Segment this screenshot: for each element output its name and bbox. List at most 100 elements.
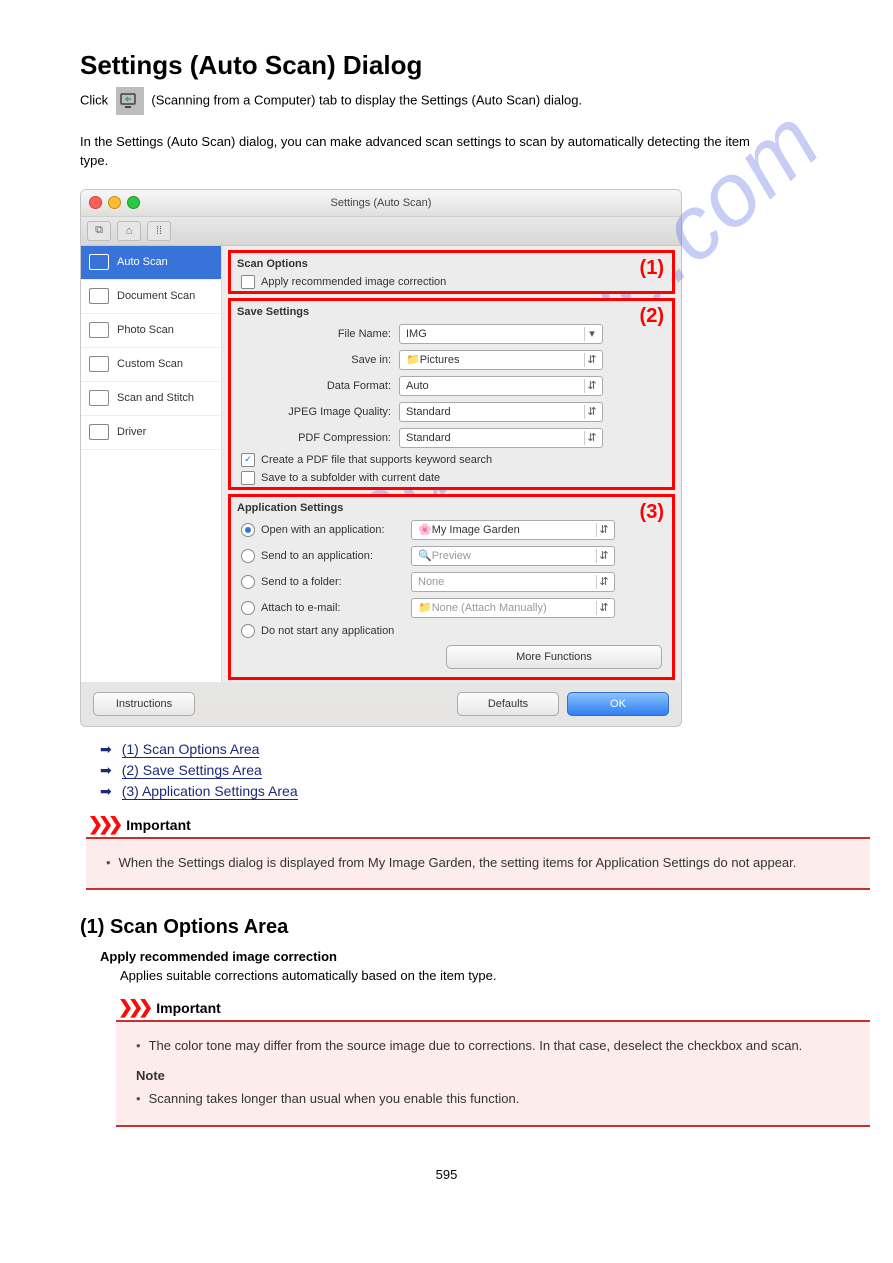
sidebar-item-driver[interactable]: Driver: [81, 416, 221, 450]
defaults-button[interactable]: Defaults: [457, 692, 559, 716]
custom-scan-icon: [89, 356, 109, 372]
send-to-folder-value: None: [418, 576, 444, 588]
keyword-search-label: Create a PDF file that supports keyword …: [261, 454, 492, 466]
file-name-label: File Name:: [241, 328, 399, 340]
sidebar-item-custom-scan[interactable]: Custom Scan: [81, 348, 221, 382]
attach-email-value: None (Attach Manually): [432, 602, 547, 614]
link-application-settings-area[interactable]: (3) Application Settings Area: [122, 783, 298, 800]
intro-before: Click: [80, 92, 112, 107]
open-with-app-label: Open with an application:: [255, 524, 411, 536]
arrow-icon: ➡: [100, 783, 112, 800]
data-format-label: Data Format:: [241, 380, 399, 392]
chevron-bullets-icon: ❯❯❯ Important: [118, 997, 893, 1018]
instructions-button[interactable]: Instructions: [93, 692, 195, 716]
intro-paragraph: Click (Scanning from a Computer) tab to …: [80, 87, 780, 115]
zoom-icon[interactable]: [127, 196, 140, 209]
scan-stitch-icon: [89, 390, 109, 406]
area-links-list: ➡(1) Scan Options Area ➡(2) Save Setting…: [100, 741, 893, 800]
important-label: Important: [126, 817, 191, 833]
settings-dialog: Settings (Auto Scan) ⧉ ⌂ ⁞⁞ Auto Scan Do…: [80, 189, 682, 727]
application-settings-heading: Application Settings: [231, 497, 672, 517]
jpeg-quality-field[interactable]: Standard⇵: [399, 402, 603, 422]
chevron-updown-icon[interactable]: ⇵: [596, 523, 611, 537]
attach-email-radio[interactable]: [241, 601, 255, 615]
subfolder-date-checkbox[interactable]: [241, 471, 255, 485]
dialog-footer: Instructions Defaults OK: [81, 682, 681, 726]
sidebar-item-label: Document Scan: [117, 290, 195, 302]
tab-general-settings-icon[interactable]: ⁞⁞: [147, 221, 171, 241]
dialog-title: Settings (Auto Scan): [331, 197, 432, 209]
sidebar-item-label: Auto Scan: [117, 256, 168, 268]
link-scan-options-area[interactable]: (1) Scan Options Area: [122, 741, 260, 758]
sidebar-item-auto-scan[interactable]: Auto Scan: [81, 246, 221, 280]
important-text: When the Settings dialog is displayed fr…: [119, 853, 797, 873]
attach-email-field[interactable]: 📁 None (Attach Manually)⇵: [411, 598, 615, 618]
ok-button[interactable]: OK: [567, 692, 669, 716]
link-save-settings-area[interactable]: (2) Save Settings Area: [122, 762, 262, 779]
no-app-radio[interactable]: [241, 624, 255, 638]
chevron-updown-icon[interactable]: ⇵: [584, 431, 599, 445]
sidebar-item-scan-and-stitch[interactable]: Scan and Stitch: [81, 382, 221, 416]
chevron-updown-icon[interactable]: ⇵: [596, 549, 611, 563]
subfolder-date-label: Save to a subfolder with current date: [261, 472, 440, 484]
intro-paragraph-2: In the Settings (Auto Scan) dialog, you …: [80, 133, 780, 171]
file-name-field[interactable]: IMG ▾: [399, 324, 603, 344]
sidebar-item-label: Scan and Stitch: [117, 392, 194, 404]
chevron-updown-icon[interactable]: ⇵: [596, 575, 611, 589]
dialog-main: (1) Scan Options Apply recommended image…: [222, 246, 681, 682]
no-app-label: Do not start any application: [255, 625, 394, 637]
data-format-field[interactable]: Auto ⇵: [399, 376, 603, 396]
pdf-compression-value: Standard: [406, 432, 451, 444]
save-in-value: Pictures: [420, 354, 460, 366]
sidebar-item-label: Driver: [117, 426, 146, 438]
close-icon[interactable]: [89, 196, 102, 209]
send-to-app-field[interactable]: 🔍 Preview⇵: [411, 546, 615, 566]
pdf-compression-field[interactable]: Standard ⇵: [399, 428, 603, 448]
save-in-field[interactable]: 📁 Pictures⇵: [399, 350, 603, 370]
chevron-updown-icon[interactable]: ⇵: [584, 353, 599, 367]
driver-icon: [89, 424, 109, 440]
dialog-titlebar: Settings (Auto Scan): [81, 190, 681, 217]
data-format-value: Auto: [406, 380, 429, 392]
important2-text-1: The color tone may differ from the sourc…: [149, 1036, 803, 1056]
scan-options-area-heading: (1) Scan Options Area: [80, 916, 893, 939]
more-functions-button[interactable]: More Functions: [446, 645, 662, 669]
send-to-app-label: Send to an application:: [255, 550, 411, 562]
tab-scan-from-computer-icon[interactable]: ⧉: [87, 221, 111, 241]
jpeg-quality-label: JPEG Image Quality:: [241, 406, 399, 418]
tab-scan-from-panel-icon[interactable]: ⌂: [117, 221, 141, 241]
open-with-app-value: My Image Garden: [432, 524, 520, 536]
open-with-app-radio[interactable]: [241, 523, 255, 537]
important-note-box: The color tone may differ from the sourc…: [116, 1020, 870, 1127]
keyword-search-checkbox[interactable]: ✓: [241, 453, 255, 467]
pdf-compression-label: PDF Compression:: [241, 432, 399, 444]
send-to-folder-field[interactable]: None ⇵: [411, 572, 615, 592]
chevron-down-icon[interactable]: ▾: [584, 327, 599, 341]
open-with-app-field[interactable]: 🌸 My Image Garden⇵: [411, 520, 615, 540]
send-to-app-radio[interactable]: [241, 549, 255, 563]
chevron-updown-icon[interactable]: ⇵: [584, 379, 599, 393]
send-to-folder-label: Send to a folder:: [255, 576, 411, 588]
scan-options-box: (1) Scan Options Apply recommended image…: [228, 250, 675, 294]
important-label-2: Important: [156, 1000, 221, 1016]
chevron-updown-icon[interactable]: ⇵: [584, 405, 599, 419]
chevron-updown-icon[interactable]: ⇵: [596, 601, 611, 615]
apply-correction-checkbox[interactable]: [241, 275, 255, 289]
sidebar-item-label: Photo Scan: [117, 324, 174, 336]
minimize-icon[interactable]: [108, 196, 121, 209]
sidebar-item-document-scan[interactable]: Document Scan: [81, 280, 221, 314]
send-to-app-value: Preview: [432, 550, 471, 562]
sidebar-item-label: Custom Scan: [117, 358, 183, 370]
note-label: Note: [136, 1066, 854, 1086]
file-name-value: IMG: [406, 328, 427, 340]
sidebar-item-photo-scan[interactable]: Photo Scan: [81, 314, 221, 348]
save-settings-heading: Save Settings: [231, 301, 672, 321]
dialog-toolbar: ⧉ ⌂ ⁞⁞: [81, 217, 681, 246]
auto-scan-icon: [89, 254, 109, 270]
send-to-folder-radio[interactable]: [241, 575, 255, 589]
apply-correction-desc: Applies suitable corrections automatical…: [120, 968, 893, 983]
sidebar: Auto Scan Document Scan Photo Scan Custo…: [81, 246, 222, 682]
badge-2: (2): [640, 305, 664, 328]
chevron-bullets-icon: ❯❯❯ Important: [88, 814, 893, 835]
save-settings-box: (2) Save Settings File Name:IMG▾ Save in…: [228, 298, 675, 490]
